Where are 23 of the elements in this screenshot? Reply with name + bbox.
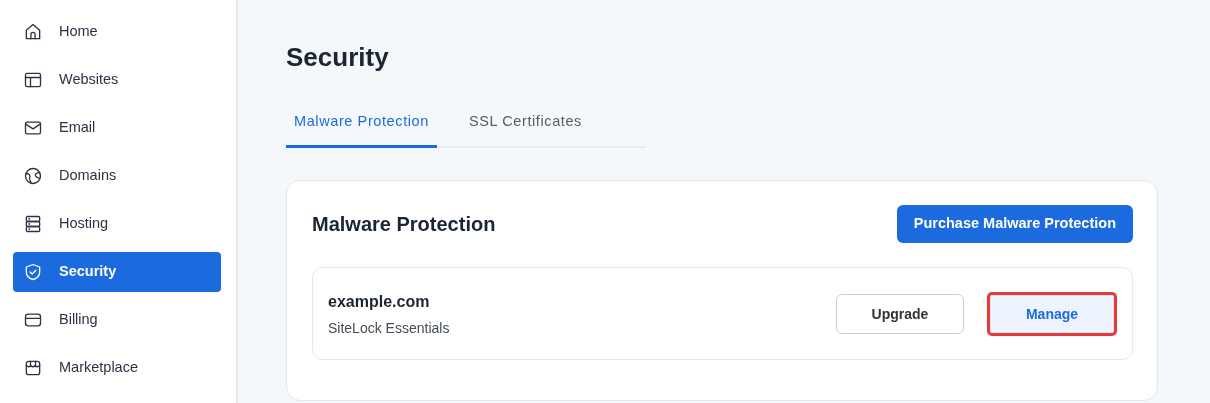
- sidebar-item[interactable]: Marketplace: [13, 348, 221, 388]
- action-button[interactable]: Upgrade: [836, 294, 964, 335]
- home-icon: [23, 22, 43, 42]
- page-title: Security: [286, 42, 390, 74]
- panel-title: Malware Protection: [312, 211, 496, 236]
- store-icon: [23, 358, 43, 378]
- tab[interactable]: SSL Certificates: [460, 111, 590, 148]
- sidebar-item[interactable]: Hosting: [13, 204, 221, 244]
- sidebar-item[interactable]: Billing: [13, 300, 221, 340]
- shield-icon: [23, 262, 43, 282]
- sidebar-item[interactable]: Security: [13, 252, 221, 292]
- sidebar-item[interactable]: Home: [13, 12, 221, 52]
- globe-icon: [23, 166, 43, 186]
- tab[interactable]: Malware Protection: [286, 111, 437, 148]
- server-icon: [23, 214, 43, 234]
- layout-icon: [23, 70, 43, 90]
- sidebar-item[interactable]: Email: [13, 108, 221, 148]
- plan-name: SiteLock Essentials: [328, 318, 450, 338]
- sidebar-item[interactable]: Websites: [13, 60, 221, 100]
- domain-name: example.com: [328, 291, 431, 312]
- sidebar-item[interactable]: Domains: [13, 156, 221, 196]
- action-button[interactable]: Manage: [990, 295, 1114, 334]
- purchase-button[interactable]: Purchase Malware Protection: [896, 204, 1133, 243]
